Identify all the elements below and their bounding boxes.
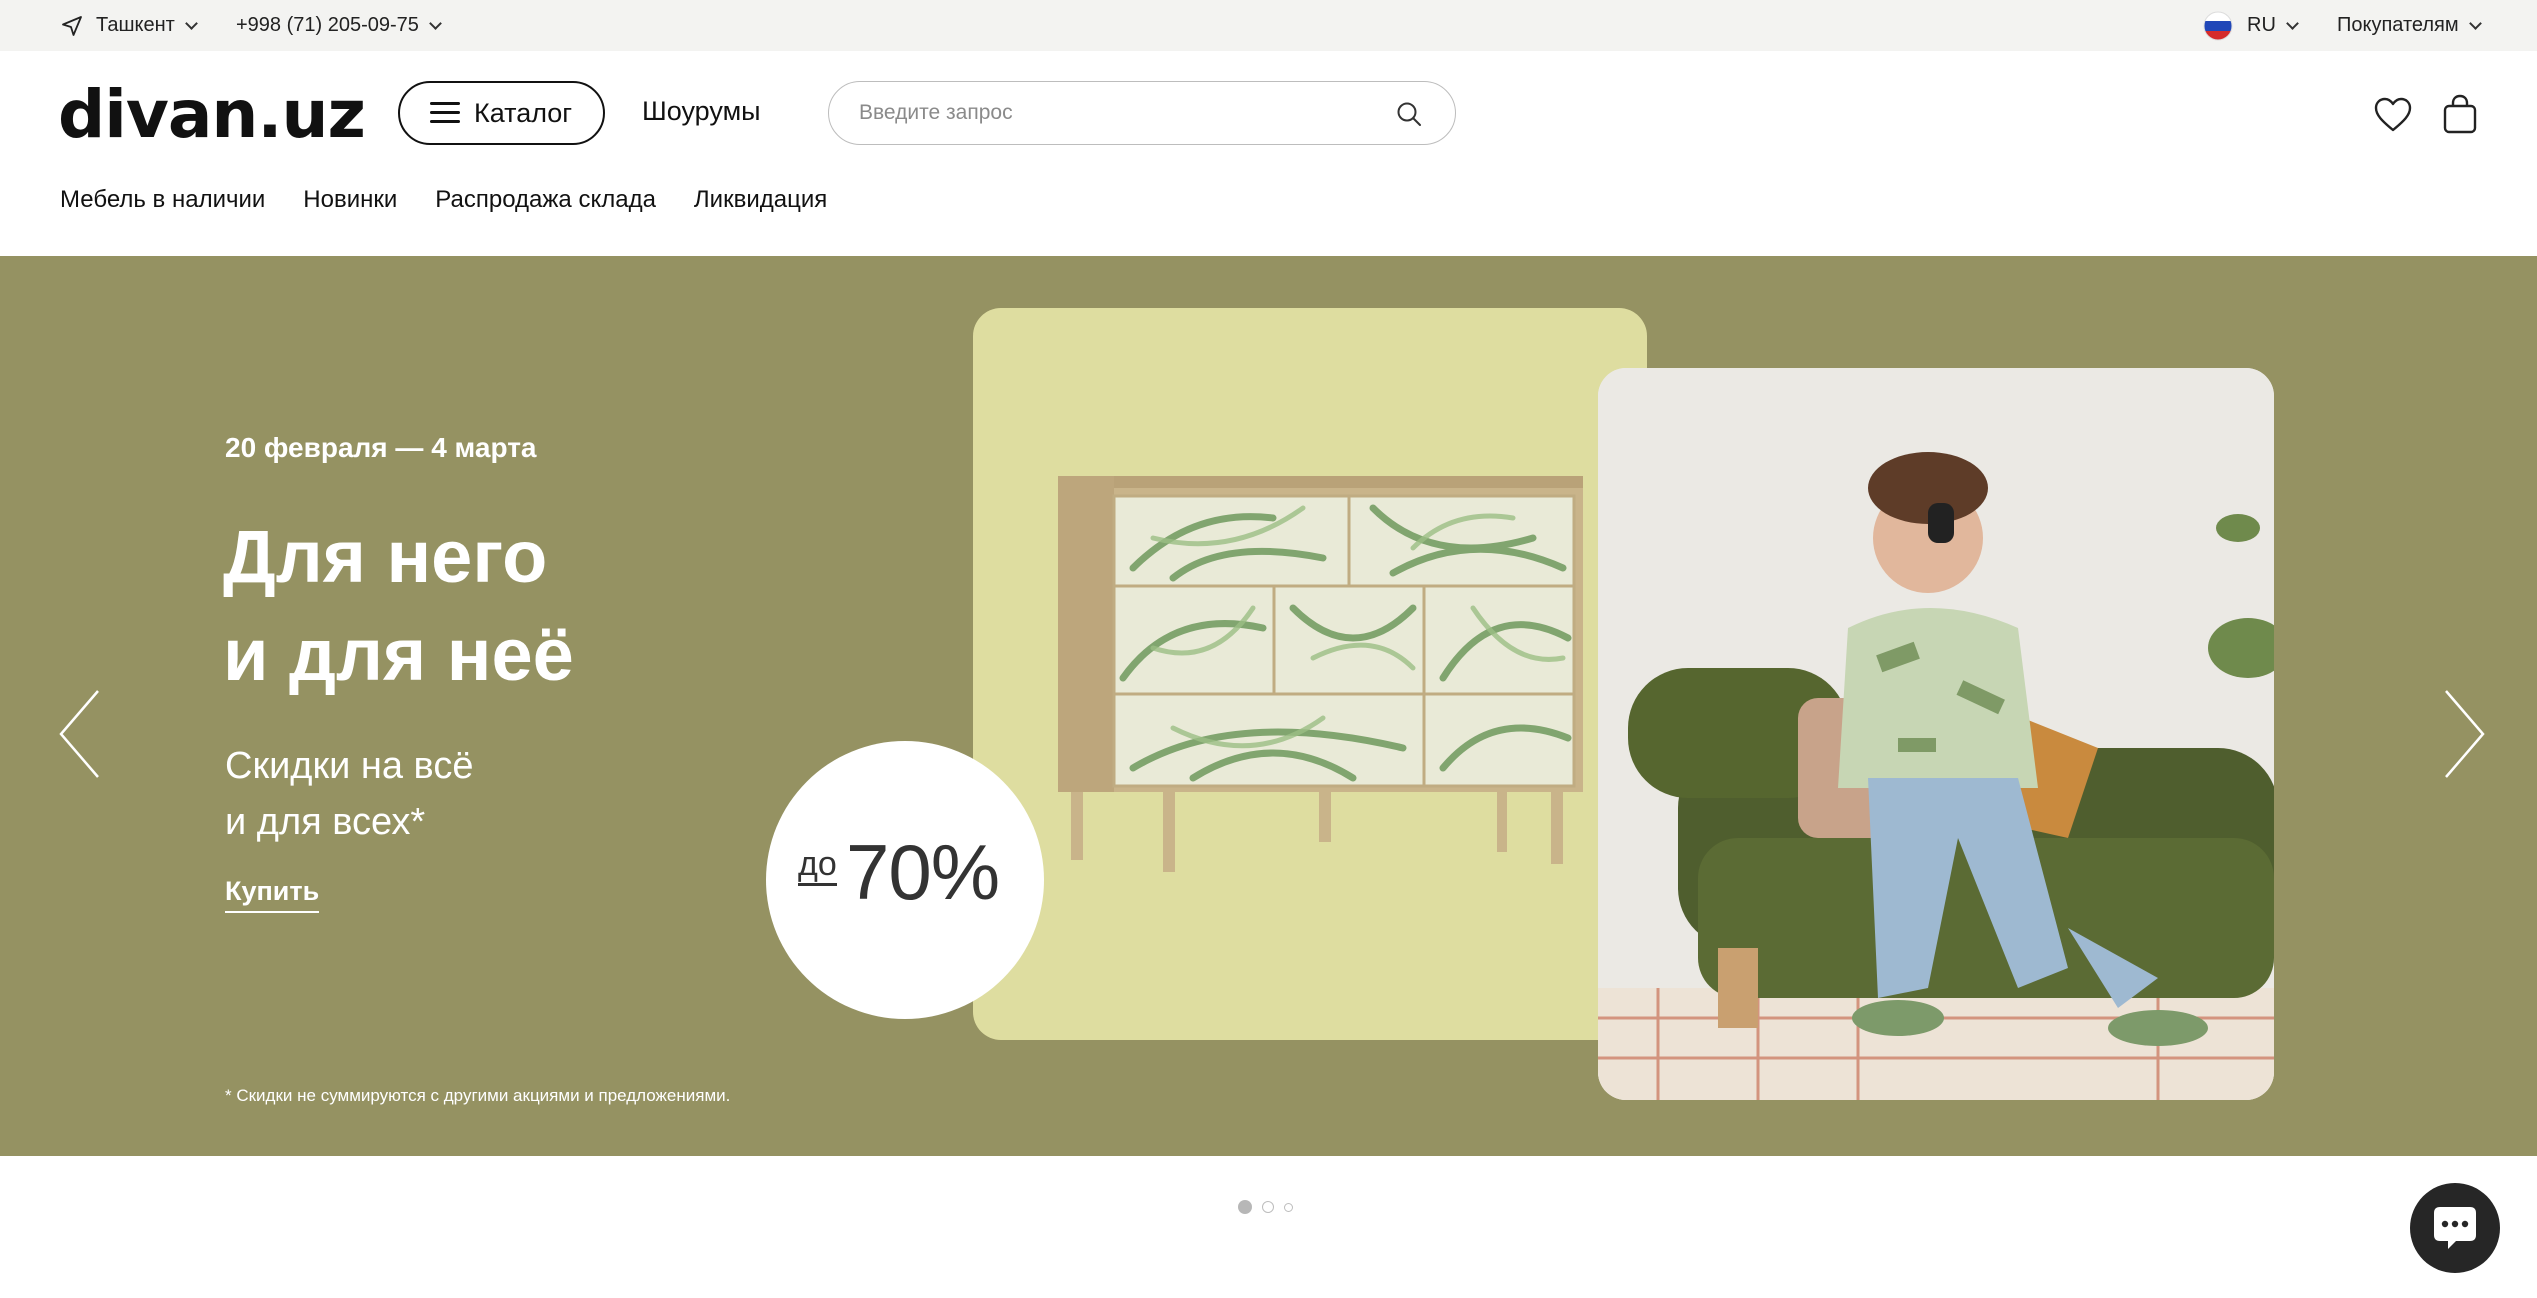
catalog-button-label: Каталог: [474, 97, 573, 128]
language-selector[interactable]: RU: [2203, 0, 2299, 51]
search-input[interactable]: [859, 96, 1359, 130]
language-label: RU: [2247, 14, 2276, 36]
man-on-sofa-image: [1598, 368, 2274, 1100]
promo-subtitle: Скидки на всё и для всех*: [225, 738, 473, 850]
promo-dates: 20 февраля — 4 марта: [225, 432, 537, 463]
lifestyle-photo: [1598, 368, 2274, 1100]
phone-number: +998 (71) 205-09-75: [236, 14, 419, 36]
promo-subtitle-line2: и для всех*: [225, 801, 426, 843]
search-bar: [828, 81, 1456, 145]
phone-selector[interactable]: +998 (71) 205-09-75: [236, 0, 442, 51]
chat-bubble-icon: [2434, 1207, 2476, 1249]
nav-item-warehouse-sale[interactable]: Распродажа склада: [435, 186, 656, 214]
site-logo[interactable]: divan.uz: [58, 80, 366, 150]
city-label: Ташкент: [96, 14, 175, 36]
discount-badge: до 70%: [766, 741, 1044, 1019]
chevron-down-icon: [429, 16, 442, 30]
search-icon[interactable]: [1395, 100, 1423, 128]
chevron-right-icon[interactable]: [2442, 689, 2486, 779]
chat-button[interactable]: [2410, 1183, 2500, 1273]
promo-footnote: * Скидки не суммируются с другими акциям…: [225, 1086, 731, 1105]
russia-flag-icon: [2203, 11, 2233, 40]
chevron-down-icon: [2286, 16, 2299, 30]
carousel-dot-3[interactable]: [1284, 1202, 1293, 1212]
shopping-bag-icon[interactable]: [2442, 94, 2478, 134]
city-selector[interactable]: Ташкент: [60, 0, 198, 51]
chevron-down-icon: [2468, 16, 2482, 30]
discount-prefix: до: [798, 847, 837, 886]
promo-title: Для него и для неё: [223, 508, 574, 704]
buy-link[interactable]: Купить: [225, 876, 320, 913]
promo-title-line1: Для него: [223, 515, 548, 598]
carousel-dot-1[interactable]: [1238, 1200, 1252, 1214]
showrooms-link[interactable]: Шоурумы: [642, 96, 761, 127]
top-utility-bar: Ташкент +998 (71) 205-09-75 RU Покупател…: [0, 0, 2537, 51]
menu-icon: [430, 102, 460, 124]
buyers-menu-label: Покупателям: [2337, 14, 2459, 36]
catalog-button[interactable]: Каталог: [398, 81, 605, 145]
main-nav: Мебель в наличии Новинки Распродажа скла…: [60, 186, 827, 214]
heart-icon[interactable]: [2374, 97, 2412, 133]
dresser-image: [1058, 476, 1583, 872]
carousel-pagination: [1238, 1200, 1293, 1214]
location-arrow-icon: [62, 15, 82, 36]
promo-subtitle-line1: Скидки на всё: [225, 745, 474, 787]
nav-item-new[interactable]: Новинки: [303, 186, 397, 214]
promo-title-line2: и для неё: [223, 613, 574, 696]
hero-banner: 20 февраля — 4 марта Для него и для неё …: [0, 256, 2537, 1156]
chevron-left-icon[interactable]: [58, 689, 102, 779]
chevron-down-icon: [184, 16, 198, 30]
discount-value: 70%: [846, 828, 1000, 916]
buyers-menu[interactable]: Покупателям: [2337, 0, 2482, 51]
product-card: [973, 308, 1647, 1040]
carousel-dot-2[interactable]: [1262, 1201, 1274, 1213]
nav-item-in-stock[interactable]: Мебель в наличии: [60, 186, 265, 214]
nav-item-liquidation[interactable]: Ликвидация: [694, 186, 827, 214]
